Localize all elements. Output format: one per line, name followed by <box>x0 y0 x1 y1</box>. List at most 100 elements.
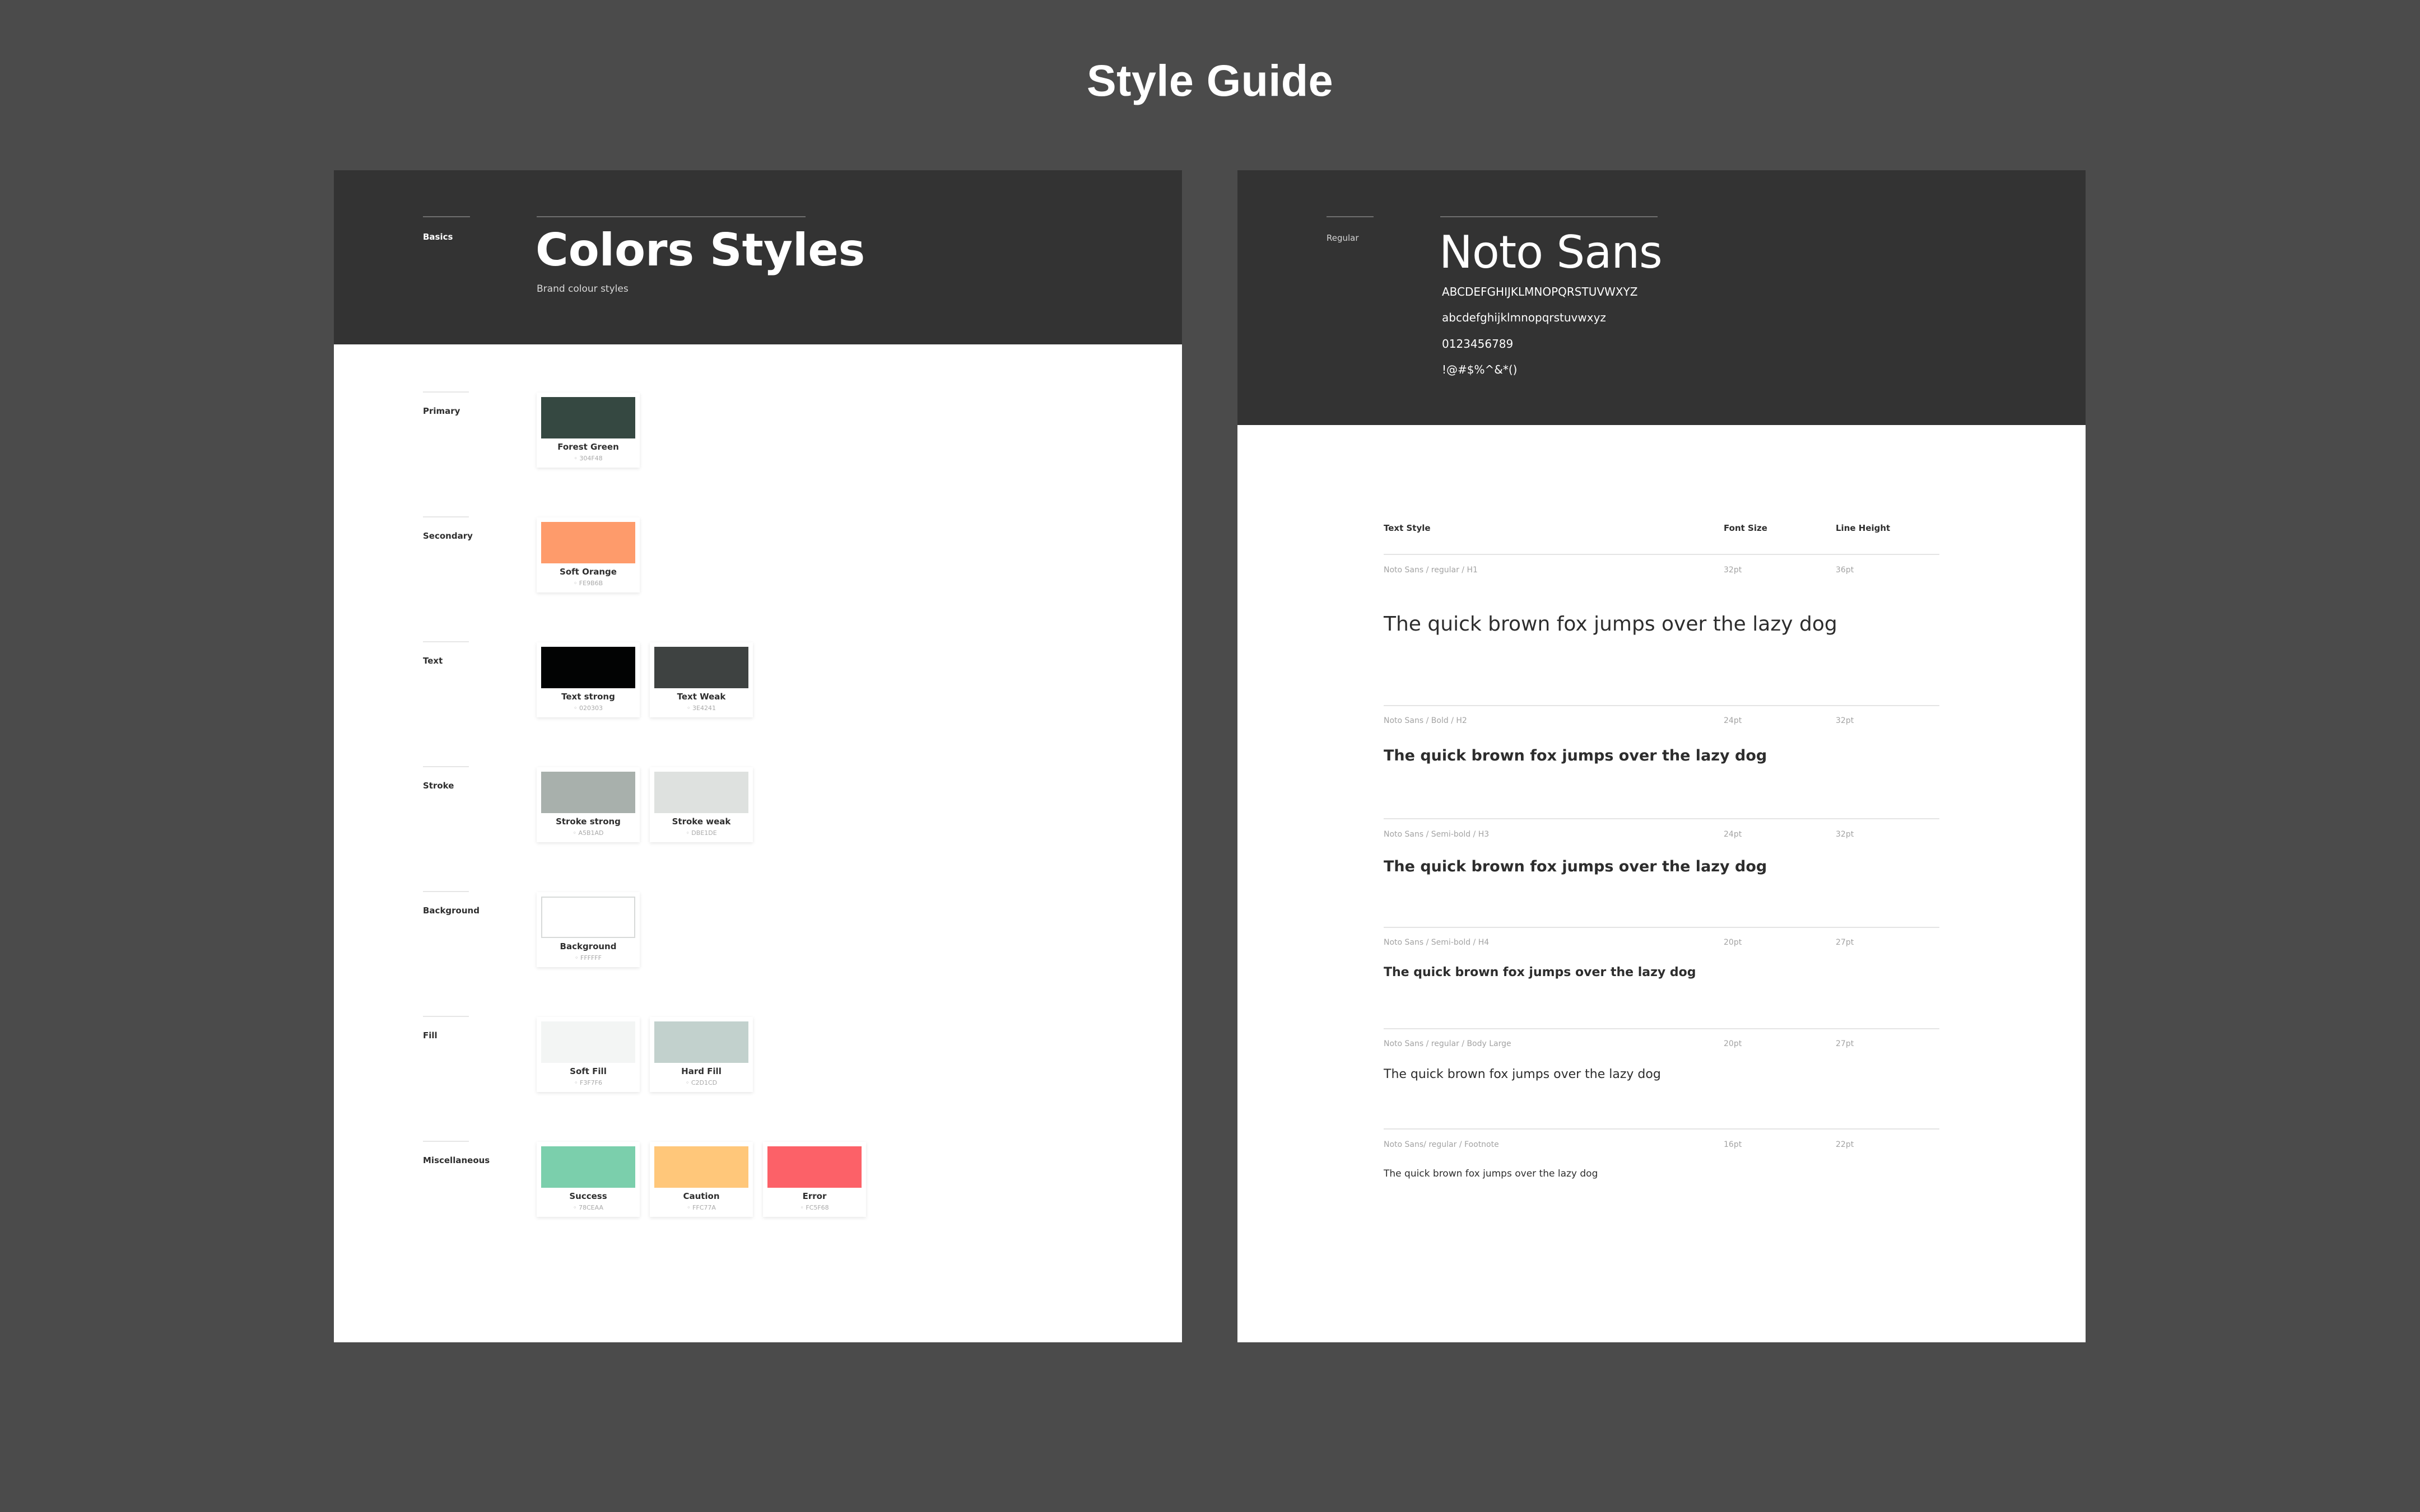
color-name: Text strong <box>561 692 615 702</box>
color-card: Error ◦ FC5F68 <box>763 1142 866 1217</box>
sample-body-large: The quick brown fox jumps over the lazy … <box>1384 1067 1661 1081</box>
sample-h2: The quick brown fox jumps over the lazy … <box>1384 747 1767 764</box>
color-card: Background ◦ FFFFFF <box>537 892 640 967</box>
row-style-name: Noto Sans / Bold / H2 <box>1384 716 1467 725</box>
color-swatch <box>767 1146 862 1188</box>
color-hex: ◦ FFC77A <box>687 1204 716 1211</box>
charset-symbols: !@#$%^&*() <box>1442 363 1518 376</box>
row-line-height: 22pt <box>1836 1140 1854 1149</box>
row-style-name: Noto Sans/ regular / Footnote <box>1384 1140 1499 1149</box>
group-rule <box>423 391 469 393</box>
color-hex: ◦ FC5F68 <box>800 1204 829 1211</box>
row-font-size: 32pt <box>1724 566 1742 575</box>
row-font-size: 24pt <box>1724 830 1742 839</box>
section-divider <box>1327 216 1374 217</box>
row-line-height: 36pt <box>1836 566 1854 575</box>
color-card: Soft Fill ◦ F3F7F6 <box>537 1017 640 1092</box>
typography-panel: Regular Noto Sans ABCDEFGHIJKLMNOPQRSTUV… <box>1237 170 2086 1342</box>
color-name: Text Weak <box>677 692 726 702</box>
color-name: Stroke strong <box>556 816 621 827</box>
column-header-font-size: Font Size <box>1724 523 1767 533</box>
font-name: Noto Sans <box>1439 226 1663 278</box>
row-font-size: 16pt <box>1724 1140 1742 1149</box>
group-rule <box>423 641 469 642</box>
color-hex: ◦ 3E4241 <box>687 704 716 712</box>
color-card: Soft Orange ◦ FE9B6B <box>537 517 640 592</box>
section-label: Regular <box>1327 233 1359 243</box>
color-swatch <box>654 772 748 813</box>
color-card: Hard Fill ◦ C2D1CD <box>650 1017 753 1092</box>
color-name: Error <box>802 1191 827 1201</box>
sample-footnote: The quick brown fox jumps over the lazy … <box>1384 1168 1598 1179</box>
color-hex: ◦ FFFFFF <box>575 954 602 962</box>
color-card: Text Weak ◦ 3E4241 <box>650 642 753 717</box>
row-style-name: Noto Sans / regular / Body Large <box>1384 1039 1511 1048</box>
row-divider <box>1384 1028 1939 1029</box>
color-name: Success <box>569 1191 607 1201</box>
charset-lowercase: abcdefghijklmnopqrstuvwxyz <box>1442 311 1606 324</box>
color-name: Stroke weak <box>672 816 731 827</box>
color-hex: ◦ 78CEAA <box>573 1204 603 1211</box>
page-title: Style Guide <box>1086 55 1334 105</box>
color-card: Success ◦ 78CEAA <box>537 1142 640 1217</box>
color-swatch <box>541 397 635 438</box>
colors-subtitle: Brand colour styles <box>537 283 629 295</box>
color-swatch <box>541 522 635 563</box>
charset-uppercase: ABCDEFGHIJKLMNOPQRSTUVWXYZ <box>1442 285 1638 298</box>
color-hex: ◦ FE9B6B <box>573 580 603 587</box>
title-divider <box>1440 216 1658 217</box>
color-swatch <box>541 647 635 688</box>
charset-digits: 0123456789 <box>1442 337 1514 351</box>
color-name: Soft Orange <box>560 567 617 577</box>
row-divider <box>1384 554 1939 555</box>
color-swatch <box>654 647 748 688</box>
section-divider <box>423 216 470 217</box>
row-line-height: 32pt <box>1836 830 1854 839</box>
row-divider <box>1384 1128 1939 1130</box>
color-swatch <box>541 1146 635 1188</box>
column-header-text-style: Text Style <box>1384 523 1431 533</box>
color-card: Stroke weak ◦ DBE1DE <box>650 767 753 842</box>
row-font-size: 20pt <box>1724 1039 1742 1048</box>
group-label-primary: Primary <box>423 406 460 416</box>
typography-header: Regular Noto Sans ABCDEFGHIJKLMNOPQRSTUV… <box>1237 170 2086 425</box>
group-label-fill: Fill <box>423 1030 438 1040</box>
color-hex: ◦ F3F7F6 <box>574 1079 602 1086</box>
color-swatch <box>654 1146 748 1188</box>
sample-h1: The quick brown fox jumps over the lazy … <box>1384 613 1837 636</box>
color-name: Forest Green <box>557 442 619 452</box>
color-swatch <box>541 772 635 813</box>
color-hex: ◦ 020303 <box>574 704 603 712</box>
color-card: Text strong ◦ 020303 <box>537 642 640 717</box>
row-style-name: Noto Sans / Semi-bold / H4 <box>1384 938 1490 947</box>
group-label-background: Background <box>423 906 480 916</box>
color-hex: ◦ 304F48 <box>574 455 603 462</box>
sample-h4: The quick brown fox jumps over the lazy … <box>1384 965 1696 979</box>
colors-panel: Basics Colors Styles Brand colour styles… <box>334 170 1182 1342</box>
row-divider <box>1384 927 1939 928</box>
color-name: Hard Fill <box>681 1066 722 1076</box>
group-rule <box>423 1016 469 1017</box>
group-rule <box>423 766 469 767</box>
title-divider <box>537 216 806 217</box>
sample-h3: The quick brown fox jumps over the lazy … <box>1384 858 1767 875</box>
color-swatch <box>654 1021 748 1063</box>
row-font-size: 20pt <box>1724 938 1742 947</box>
group-label-stroke: Stroke <box>423 781 454 791</box>
color-hex: ◦ A5B1AD <box>573 829 604 837</box>
row-style-name: Noto Sans / Semi-bold / H3 <box>1384 830 1490 839</box>
colors-title: Colors Styles <box>536 224 865 276</box>
group-label-text: Text <box>423 656 443 666</box>
row-style-name: Noto Sans / regular / H1 <box>1384 566 1478 575</box>
color-card: Forest Green ◦ 304F48 <box>537 393 640 468</box>
group-rule <box>423 516 469 517</box>
group-rule <box>423 1141 469 1142</box>
colors-header: Basics Colors Styles Brand colour styles <box>334 170 1182 344</box>
color-name: Soft Fill <box>570 1066 607 1076</box>
color-card: Stroke strong ◦ A5B1AD <box>537 767 640 842</box>
color-swatch <box>541 897 635 938</box>
row-font-size: 24pt <box>1724 716 1742 725</box>
row-line-height: 27pt <box>1836 938 1854 947</box>
column-header-line-height: Line Height <box>1836 523 1891 533</box>
row-divider <box>1384 705 1939 706</box>
